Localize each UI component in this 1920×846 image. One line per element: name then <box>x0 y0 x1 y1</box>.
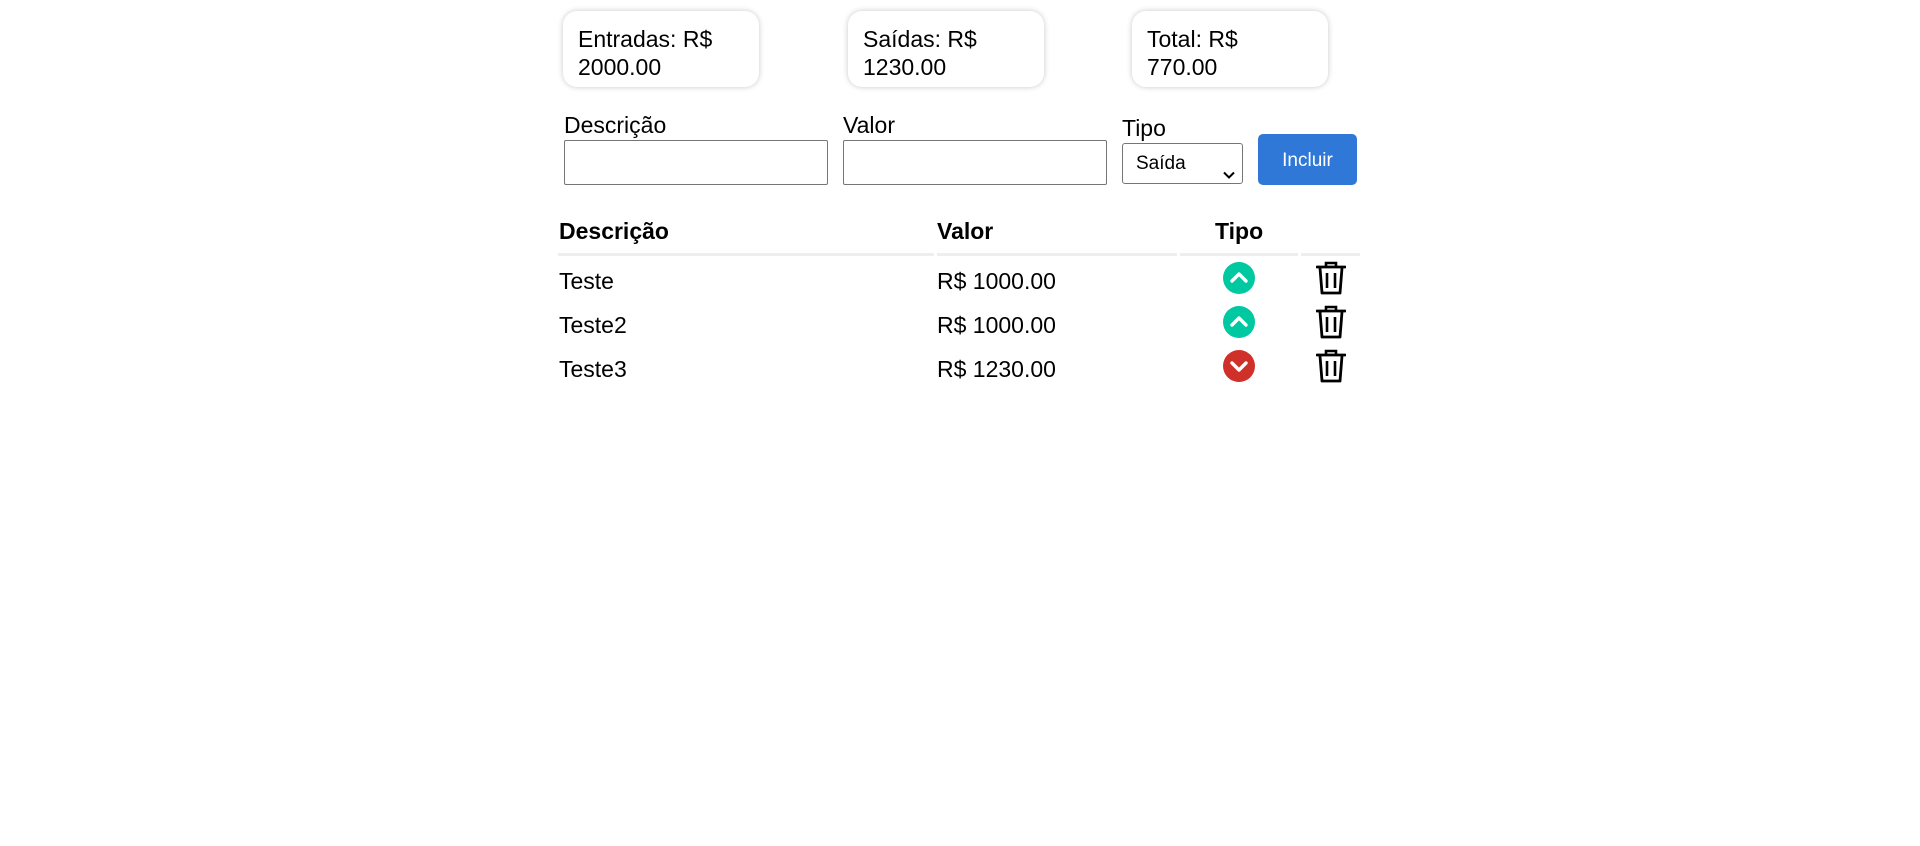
trash-icon[interactable] <box>1316 261 1346 295</box>
arrow-down-circle-icon <box>1222 349 1256 383</box>
descricao-field: Descrição <box>564 112 828 185</box>
table-header: Descrição Valor Tipo <box>558 212 1360 256</box>
entradas-card: Entradas: R$ 2000.00 <box>563 11 759 87</box>
header-descricao: Descrição <box>559 218 669 244</box>
total-value: 770.00 <box>1147 54 1218 80</box>
header-valor: Valor <box>937 218 994 244</box>
total-label: Total: R$ <box>1147 26 1238 52</box>
chevron-down-icon <box>1222 157 1236 179</box>
total-card: Total: R$ 770.00 <box>1132 11 1328 87</box>
descricao-label: Descrição <box>564 112 667 138</box>
arrow-up-circle-icon <box>1222 305 1256 339</box>
arrow-up-circle-icon <box>1222 261 1256 295</box>
tipo-field: Tipo Saída <box>1122 115 1243 184</box>
tipo-select[interactable]: Saída <box>1122 143 1243 184</box>
descricao-input[interactable] <box>564 140 828 185</box>
header-tipo: Tipo <box>1215 218 1264 244</box>
saidas-value: 1230.00 <box>863 54 947 80</box>
row-descricao: Teste3 <box>559 356 627 382</box>
entradas-value: 2000.00 <box>578 54 662 80</box>
tipo-selected-value: Saída <box>1136 153 1186 174</box>
valor-input[interactable] <box>843 140 1107 185</box>
row-valor: R$ 1000.00 <box>937 312 1056 338</box>
trash-icon[interactable] <box>1316 349 1346 383</box>
row-valor: R$ 1230.00 <box>937 356 1056 382</box>
saidas-card: Saídas: R$ 1230.00 <box>848 11 1044 87</box>
saidas-label: Saídas: R$ <box>863 26 977 52</box>
transactions-table: Descrição Valor Tipo Teste R$ 1000.00 Te… <box>558 212 1360 388</box>
row-descricao: Teste2 <box>559 312 627 338</box>
finance-app: Entradas: R$ 2000.00 Saídas: R$ 1230.00 … <box>558 0 1360 383</box>
summary-cards: Entradas: R$ 2000.00 Saídas: R$ 1230.00 … <box>558 0 1360 112</box>
row-valor: R$ 1000.00 <box>937 268 1056 294</box>
table-row: Teste3 R$ 1230.00 <box>558 344 1360 388</box>
valor-field: Valor <box>843 112 1107 185</box>
table-row: Teste R$ 1000.00 <box>558 256 1360 300</box>
entradas-label: Entradas: R$ <box>578 26 713 52</box>
incluir-button[interactable]: Incluir <box>1258 134 1357 185</box>
tipo-label: Tipo <box>1122 115 1166 141</box>
table-row: Teste2 R$ 1000.00 <box>558 300 1360 344</box>
valor-label: Valor <box>843 112 895 138</box>
row-descricao: Teste <box>559 268 614 294</box>
trash-icon[interactable] <box>1316 305 1346 339</box>
transaction-form: Descrição Valor Tipo Saída Incluir <box>558 112 1360 190</box>
